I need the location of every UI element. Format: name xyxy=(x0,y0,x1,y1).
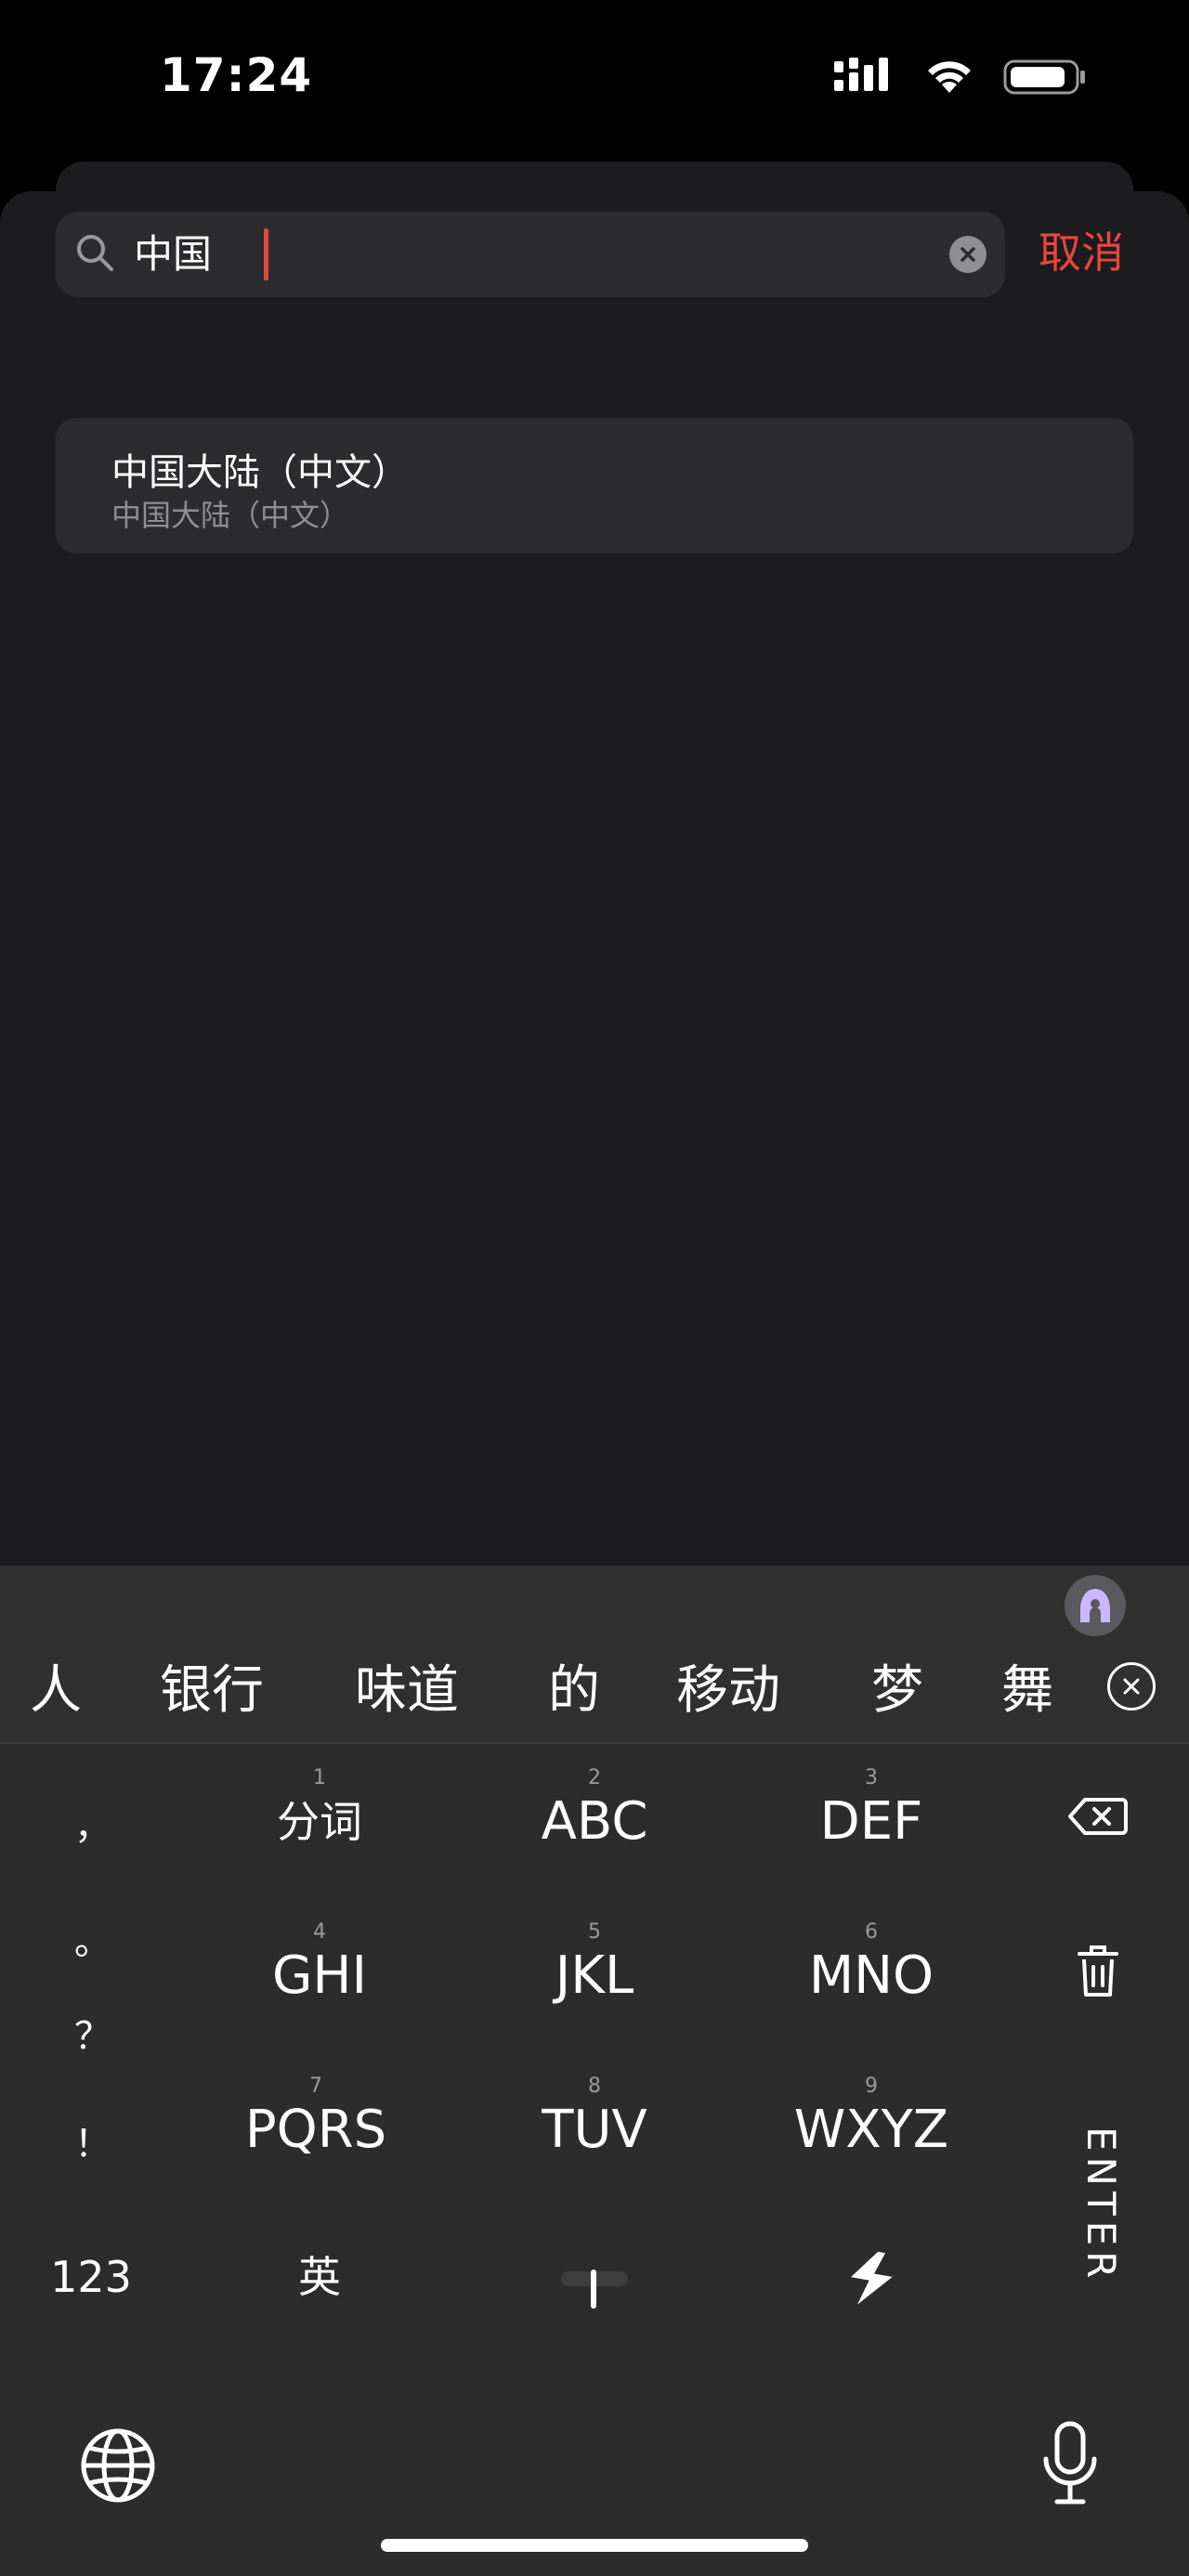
candidate-word[interactable]: 的 xyxy=(548,1659,600,1724)
text-caret xyxy=(264,228,268,280)
key-label: DEF xyxy=(819,1791,923,1852)
globe-icon xyxy=(81,2428,155,2503)
candidate-word[interactable]: 人 xyxy=(30,1659,82,1724)
candidate-bar: 人 银行 味道 的 移动 梦 舞 xyxy=(0,1566,1189,1744)
t9-key[interactable]: 9 WXYZ xyxy=(751,2073,992,2160)
t9-key[interactable]: 2 ABC xyxy=(474,1764,715,1852)
key-label: TUV xyxy=(542,2100,647,2160)
keyboard: 人 银行 味道 的 移动 梦 舞 xyxy=(0,1566,1189,2576)
key-number: 5 xyxy=(588,1920,601,1944)
globe-key[interactable] xyxy=(80,2427,156,2507)
key-label: JKL xyxy=(555,1945,634,2006)
key-label: GHI xyxy=(271,1945,368,2006)
candidate-word[interactable]: 梦 xyxy=(871,1659,923,1724)
punctuation-key[interactable]: ， xyxy=(74,1796,111,1850)
key-label: 123 xyxy=(50,2252,132,2302)
close-icon xyxy=(1123,1678,1140,1695)
candidate-word[interactable]: 银行 xyxy=(160,1659,264,1724)
lightning-icon xyxy=(850,2251,893,2305)
clear-all-key[interactable] xyxy=(1076,1943,1120,2002)
battery-icon xyxy=(1003,59,1085,95)
numbers-key[interactable]: 123 xyxy=(0,2219,212,2307)
ai-assistant-button[interactable] xyxy=(1065,1575,1126,1636)
key-number: 1 xyxy=(313,1766,326,1789)
wifi-icon xyxy=(928,61,971,93)
language-search-sheet xyxy=(0,191,1189,1566)
search-icon xyxy=(72,230,117,279)
t9-key[interactable]: 1 分词 xyxy=(199,1764,440,1852)
key-number: 7 xyxy=(309,2075,322,2098)
search-field[interactable]: 中国 xyxy=(56,212,1005,297)
quick-action-key[interactable] xyxy=(845,2249,897,2312)
cancel-button[interactable]: 取消 xyxy=(1039,223,1124,282)
t9-key[interactable]: 4 GHI xyxy=(199,1919,440,2006)
cellular-signal-icon xyxy=(834,58,888,91)
key-label: WXYZ xyxy=(793,2100,949,2160)
candidate-word[interactable]: 舞 xyxy=(1001,1659,1053,1724)
enter-key[interactable]: ENTER xyxy=(1078,2127,1124,2283)
list-item[interactable]: 中国大陆（中文） 中国大陆（中文） xyxy=(56,418,1133,553)
candidate-word[interactable]: 移动 xyxy=(676,1659,780,1724)
trash-icon xyxy=(1078,1945,1118,1997)
key-label: 分词 xyxy=(277,1797,362,1847)
clear-search-button[interactable] xyxy=(949,236,986,273)
ai-assistant-icon xyxy=(1080,1589,1110,1622)
candidate-word[interactable]: 味道 xyxy=(355,1659,459,1724)
english-key[interactable]: 英 xyxy=(199,2219,440,2307)
key-number: 4 xyxy=(313,1920,326,1944)
home-indicator[interactable] xyxy=(381,2539,808,2552)
key-number: 6 xyxy=(865,1920,878,1944)
close-candidates-button[interactable] xyxy=(1107,1662,1156,1711)
microphone-icon xyxy=(1043,2421,1097,2504)
status-time: 17:24 xyxy=(160,48,313,102)
close-icon xyxy=(960,247,975,262)
t9-key[interactable]: 6 MNO xyxy=(751,1919,992,2006)
t9-key[interactable]: 7 PQRS xyxy=(195,2073,437,2160)
status-bar: 17:24 xyxy=(0,0,1189,158)
key-label: ABC xyxy=(541,1791,648,1852)
result-title: 中国大陆（中文） xyxy=(111,451,409,494)
backspace-key[interactable] xyxy=(1068,1796,1128,1841)
key-number: 2 xyxy=(588,1766,601,1789)
key-number: 8 xyxy=(588,2075,601,2098)
t9-key[interactable]: 3 DEF xyxy=(751,1764,992,1852)
space-key[interactable] xyxy=(555,2253,634,2312)
key-label: 英 xyxy=(298,2252,341,2302)
punctuation-key[interactable]: ？ xyxy=(74,2006,111,2060)
t9-key[interactable]: 8 TUV xyxy=(474,2073,715,2160)
key-number: 9 xyxy=(865,2075,878,2098)
space-icon xyxy=(561,2270,628,2309)
key-number: 3 xyxy=(865,1766,878,1789)
status-icons xyxy=(834,58,1087,95)
search-input[interactable]: 中国 xyxy=(134,228,212,280)
result-subtitle: 中国大陆（中文） xyxy=(111,498,350,533)
key-label: PQRS xyxy=(244,2100,387,2160)
key-label: MNO xyxy=(808,1945,934,2006)
t9-key[interactable]: 5 JKL xyxy=(474,1919,715,2006)
punctuation-key[interactable]: 。 xyxy=(74,1911,111,1965)
punctuation-key[interactable]: ！ xyxy=(74,2114,111,2167)
backspace-icon xyxy=(1068,1798,1128,1835)
dictation-key[interactable] xyxy=(1040,2420,1100,2509)
